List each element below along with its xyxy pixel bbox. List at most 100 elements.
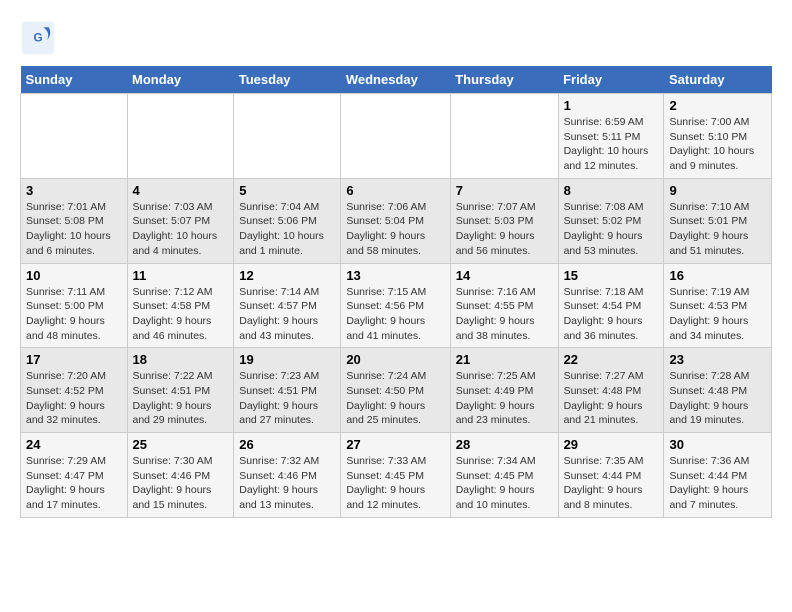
day-info: Sunrise: 7:18 AM Sunset: 4:54 PM Dayligh… [564,285,659,344]
weekday-header-wednesday: Wednesday [341,66,450,94]
day-number: 11 [133,268,229,283]
day-info: Sunrise: 7:11 AM Sunset: 5:00 PM Dayligh… [26,285,122,344]
calendar-cell: 8 Sunrise: 7:08 AM Sunset: 5:02 PM Daylig… [558,178,664,263]
calendar-cell: 11 Sunrise: 7:12 AM Sunset: 4:58 PM Dayli… [127,263,234,348]
calendar-cell: 28 Sunrise: 7:34 AM Sunset: 4:45 PM Dayli… [450,433,558,518]
calendar-week-2: 3 Sunrise: 7:01 AM Sunset: 5:08 PM Daylig… [21,178,772,263]
day-number: 7 [456,183,553,198]
day-info: Sunrise: 7:08 AM Sunset: 5:02 PM Dayligh… [564,200,659,259]
day-info: Sunrise: 7:33 AM Sunset: 4:45 PM Dayligh… [346,454,444,513]
calendar-cell: 17 Sunrise: 7:20 AM Sunset: 4:52 PM Dayli… [21,348,128,433]
logo: G [20,20,62,56]
day-info: Sunrise: 7:24 AM Sunset: 4:50 PM Dayligh… [346,369,444,428]
calendar-cell: 22Sunrise: 7:27 AM Sunset: 4:48 PM Dayli… [558,348,664,433]
day-number: 13 [346,268,444,283]
day-number: 28 [456,437,553,452]
calendar-cell: 18Sunrise: 7:22 AM Sunset: 4:51 PM Dayli… [127,348,234,433]
day-number: 3 [26,183,122,198]
weekday-header-tuesday: Tuesday [234,66,341,94]
day-info: Sunrise: 7:29 AM Sunset: 4:47 PM Dayligh… [26,454,122,513]
day-info: Sunrise: 7:36 AM Sunset: 4:44 PM Dayligh… [669,454,766,513]
weekday-header-monday: Monday [127,66,234,94]
day-info: Sunrise: 7:01 AM Sunset: 5:08 PM Dayligh… [26,200,122,259]
calendar-cell: 2 Sunrise: 7:00 AM Sunset: 5:10 PM Daylig… [664,94,772,179]
calendar-cell: 30Sunrise: 7:36 AM Sunset: 4:44 PM Dayli… [664,433,772,518]
day-number: 25 [133,437,229,452]
calendar-cell [127,94,234,179]
day-number: 10 [26,268,122,283]
calendar-cell: 7 Sunrise: 7:07 AM Sunset: 5:03 PM Daylig… [450,178,558,263]
calendar-week-1: 1 Sunrise: 6:59 AM Sunset: 5:11 PM Daylig… [21,94,772,179]
day-info: Sunrise: 7:06 AM Sunset: 5:04 PM Dayligh… [346,200,444,259]
calendar-cell: 27 Sunrise: 7:33 AM Sunset: 4:45 PM Dayli… [341,433,450,518]
calendar-cell: 29 Sunrise: 7:35 AM Sunset: 4:44 PM Dayli… [558,433,664,518]
day-info: Sunrise: 7:10 AM Sunset: 5:01 PM Dayligh… [669,200,766,259]
calendar-cell [341,94,450,179]
day-number: 5 [239,183,335,198]
day-number: 24 [26,437,122,452]
day-info: Sunrise: 7:32 AM Sunset: 4:46 PM Dayligh… [239,454,335,513]
day-number: 23 [669,352,766,367]
day-info: Sunrise: 7:28 AM Sunset: 4:48 PM Dayligh… [669,369,766,428]
day-number: 14 [456,268,553,283]
weekday-header-row: SundayMondayTuesdayWednesdayThursdayFrid… [21,66,772,94]
calendar-cell: 23 Sunrise: 7:28 AM Sunset: 4:48 PM Dayli… [664,348,772,433]
calendar-body: 1 Sunrise: 6:59 AM Sunset: 5:11 PM Daylig… [21,94,772,518]
day-info: Sunrise: 7:19 AM Sunset: 4:53 PM Dayligh… [669,285,766,344]
calendar-cell: 13 Sunrise: 7:15 AM Sunset: 4:56 PM Dayli… [341,263,450,348]
day-info: Sunrise: 7:34 AM Sunset: 4:45 PM Dayligh… [456,454,553,513]
calendar-cell: 26 Sunrise: 7:32 AM Sunset: 4:46 PM Dayli… [234,433,341,518]
day-info: Sunrise: 7:12 AM Sunset: 4:58 PM Dayligh… [133,285,229,344]
day-number: 27 [346,437,444,452]
weekday-header-thursday: Thursday [450,66,558,94]
calendar-cell: 21 Sunrise: 7:25 AM Sunset: 4:49 PM Dayli… [450,348,558,433]
day-number: 2 [669,98,766,113]
calendar-cell: 14 Sunrise: 7:16 AM Sunset: 4:55 PM Dayli… [450,263,558,348]
day-number: 6 [346,183,444,198]
day-number: 9 [669,183,766,198]
calendar-header: SundayMondayTuesdayWednesdayThursdayFrid… [21,66,772,94]
day-info: Sunrise: 7:20 AM Sunset: 4:52 PM Dayligh… [26,369,122,428]
calendar-cell [450,94,558,179]
page-header: G [20,20,772,56]
calendar-cell: 20 Sunrise: 7:24 AM Sunset: 4:50 PM Dayli… [341,348,450,433]
day-number: 16 [669,268,766,283]
day-info: Sunrise: 7:00 AM Sunset: 5:10 PM Dayligh… [669,115,766,174]
calendar-cell: 19Sunrise: 7:23 AM Sunset: 4:51 PM Dayli… [234,348,341,433]
day-info: Sunrise: 6:59 AM Sunset: 5:11 PM Dayligh… [564,115,659,174]
weekday-header-friday: Friday [558,66,664,94]
calendar-cell: 25 Sunrise: 7:30 AM Sunset: 4:46 PM Dayli… [127,433,234,518]
calendar-week-4: 17 Sunrise: 7:20 AM Sunset: 4:52 PM Dayli… [21,348,772,433]
day-info: Sunrise: 7:25 AM Sunset: 4:49 PM Dayligh… [456,369,553,428]
calendar-cell: 1 Sunrise: 6:59 AM Sunset: 5:11 PM Daylig… [558,94,664,179]
calendar-cell: 9 Sunrise: 7:10 AM Sunset: 5:01 PM Daylig… [664,178,772,263]
logo-icon: G [20,20,56,56]
day-info: Sunrise: 7:07 AM Sunset: 5:03 PM Dayligh… [456,200,553,259]
calendar-cell: 16 Sunrise: 7:19 AM Sunset: 4:53 PM Dayli… [664,263,772,348]
day-info: Sunrise: 7:14 AM Sunset: 4:57 PM Dayligh… [239,285,335,344]
calendar-cell [21,94,128,179]
weekday-header-saturday: Saturday [664,66,772,94]
day-number: 8 [564,183,659,198]
day-info: Sunrise: 7:30 AM Sunset: 4:46 PM Dayligh… [133,454,229,513]
day-number: 20 [346,352,444,367]
calendar-cell: 12 Sunrise: 7:14 AM Sunset: 4:57 PM Dayli… [234,263,341,348]
day-info: Sunrise: 7:16 AM Sunset: 4:55 PM Dayligh… [456,285,553,344]
weekday-header-sunday: Sunday [21,66,128,94]
day-info: Sunrise: 7:03 AM Sunset: 5:07 PM Dayligh… [133,200,229,259]
day-number: 26 [239,437,335,452]
day-number: 17 [26,352,122,367]
calendar-table: SundayMondayTuesdayWednesdayThursdayFrid… [20,66,772,518]
day-number: 1 [564,98,659,113]
calendar-cell: 5 Sunrise: 7:04 AM Sunset: 5:06 PM Daylig… [234,178,341,263]
day-info: Sunrise: 7:15 AM Sunset: 4:56 PM Dayligh… [346,285,444,344]
day-number: 12 [239,268,335,283]
day-number: 22 [564,352,659,367]
svg-text:G: G [33,32,42,45]
day-info: Sunrise: 7:04 AM Sunset: 5:06 PM Dayligh… [239,200,335,259]
day-number: 15 [564,268,659,283]
day-number: 29 [564,437,659,452]
day-info: Sunrise: 7:35 AM Sunset: 4:44 PM Dayligh… [564,454,659,513]
day-number: 21 [456,352,553,367]
calendar-cell [234,94,341,179]
